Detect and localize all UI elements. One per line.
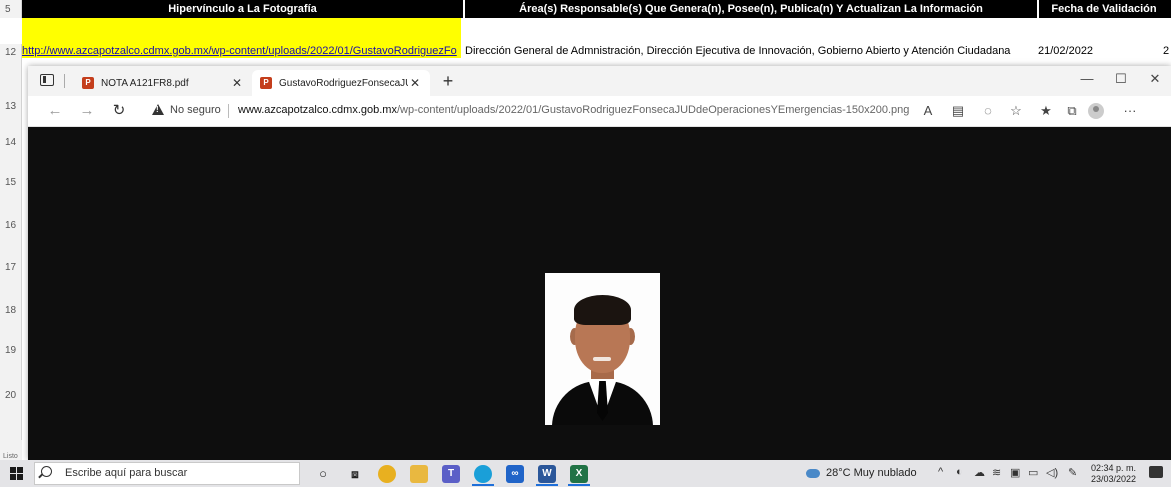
- status-bar-label: Listo: [0, 440, 22, 460]
- immersive-reader-icon[interactable]: ▤: [948, 103, 968, 119]
- chevron-up-icon[interactable]: ^: [938, 466, 943, 478]
- header-responsible-area[interactable]: Área(s) Responsable(s) Que Genera(n), Po…: [465, 0, 1037, 18]
- tab-divider: [64, 74, 65, 88]
- excel-icon[interactable]: X: [570, 465, 588, 483]
- close-window-icon[interactable]: ✕: [1140, 71, 1170, 87]
- favorites-list-icon[interactable]: ★: [1036, 103, 1056, 119]
- portrait-photo: [545, 273, 660, 425]
- back-arrow-icon[interactable]: ←: [44, 102, 66, 120]
- row-number[interactable]: 13: [0, 60, 22, 130]
- clock[interactable]: 02:34 p. m. 23/03/2022: [1091, 463, 1136, 485]
- more-menu-icon[interactable]: ···: [1120, 103, 1140, 118]
- pdf-icon: P: [82, 77, 94, 89]
- row-number[interactable]: 12: [0, 44, 22, 60]
- close-icon[interactable]: ✕: [408, 76, 422, 90]
- refresh-icon[interactable]: ↻: [108, 102, 130, 120]
- truncated-cell[interactable]: 2: [1163, 44, 1169, 58]
- close-icon[interactable]: ✕: [230, 76, 244, 90]
- tray-app-icon[interactable]: ◐: [956, 466, 963, 478]
- row-gutter: [0, 415, 22, 440]
- read-aloud-icon[interactable]: A: [918, 103, 938, 118]
- row-number[interactable]: 14: [0, 130, 22, 155]
- clock-time: 02:34 p. m.: [1091, 463, 1137, 473]
- profile-icon[interactable]: [1088, 103, 1104, 119]
- network-icon[interactable]: ≋: [992, 466, 1001, 479]
- weather-text: 28°C Muy nublado: [826, 467, 917, 479]
- notification-icon[interactable]: [1149, 466, 1163, 478]
- row-number[interactable]: 5: [0, 0, 22, 18]
- row-number[interactable]: 15: [0, 155, 22, 210]
- pdf-icon: P: [260, 77, 272, 89]
- security-tray-icon[interactable]: ▣: [1010, 466, 1020, 479]
- search-placeholder: Escribe aquí para buscar: [65, 467, 188, 479]
- url-input[interactable]: www.azcapotzalco.cdmx.gob.mx/wp-content/…: [238, 104, 909, 116]
- row-number[interactable]: 19: [0, 325, 22, 375]
- row-number[interactable]: 16: [0, 210, 22, 240]
- responsible-area-cell[interactable]: Dirección General de Admnistración, Dire…: [465, 44, 1010, 58]
- hair-shape: [574, 295, 631, 325]
- browser-window: P NOTA A121FR8.pdf ✕ P GustavoRodriguezF…: [28, 66, 1171, 460]
- warning-icon[interactable]: [152, 104, 164, 115]
- tab-nota-pdf[interactable]: P NOTA A121FR8.pdf ✕: [74, 70, 252, 96]
- word-icon[interactable]: W: [538, 465, 556, 483]
- tab-actions-icon[interactable]: [40, 74, 54, 86]
- teams-icon[interactable]: T: [442, 465, 460, 483]
- windows-start-icon[interactable]: [10, 467, 23, 480]
- active-app-indicator: [568, 484, 590, 486]
- active-app-indicator: [536, 484, 558, 486]
- address-bar: ← → ↻ No seguro www.azcapotzalco.cdmx.go…: [28, 96, 1171, 127]
- collections-icon[interactable]: ⧉: [1062, 103, 1082, 119]
- weather-widget[interactable]: 28°C Muy nublado: [806, 467, 917, 479]
- table-row: http://www.azcapotzalco.cdmx.gob.mx/wp-c…: [22, 44, 1169, 58]
- tab-title: NOTA A121FR8.pdf: [101, 77, 189, 89]
- app-icon[interactable]: ∞: [506, 465, 524, 483]
- task-view-icon[interactable]: ⧈: [346, 465, 364, 483]
- maximize-icon[interactable]: ☐: [1106, 71, 1136, 87]
- volume-icon[interactable]: ◁): [1046, 466, 1058, 479]
- new-tab-icon[interactable]: +: [438, 71, 458, 92]
- tab-title: GustavoRodriguezFonsecaJUDde: [279, 77, 408, 89]
- battery-icon[interactable]: ▭: [1028, 466, 1038, 479]
- search-icon: [41, 466, 52, 477]
- clock-date: 23/03/2022: [1091, 474, 1137, 484]
- taskbar-search-input[interactable]: Escribe aquí para buscar: [34, 462, 300, 485]
- forward-arrow-icon[interactable]: →: [76, 102, 98, 120]
- minimize-icon[interactable]: —: [1072, 71, 1102, 86]
- url-divider: [228, 104, 229, 118]
- taskbar: Escribe aquí para buscar ○ ⧈ T ∞ W X 28°…: [0, 460, 1171, 487]
- url-path: /wp-content/uploads/2022/01/GustavoRodri…: [396, 104, 910, 116]
- header-photo-link[interactable]: Hipervínculo a La Fotografía: [22, 0, 463, 18]
- active-app-indicator: [472, 484, 494, 486]
- security-label[interactable]: No seguro: [170, 104, 221, 116]
- chrome-icon[interactable]: [378, 465, 396, 483]
- favorites-star-icon[interactable]: ☆: [1006, 103, 1026, 119]
- validation-date-cell[interactable]: 21/02/2022: [1038, 44, 1093, 58]
- mouth-shape: [593, 357, 611, 361]
- extensions-icon[interactable]: ◌: [978, 103, 998, 118]
- tab-photo-image[interactable]: P GustavoRodriguezFonsecaJUDde ✕: [252, 70, 430, 96]
- photo-hyperlink[interactable]: http://www.azcapotzalco.cdmx.gob.mx/wp-c…: [22, 44, 460, 58]
- cloud-icon: [806, 468, 820, 478]
- url-host: www.azcapotzalco.cdmx.gob.mx: [238, 104, 397, 116]
- header-row: Hipervínculo a La Fotografía Área(s) Res…: [22, 0, 1171, 18]
- file-explorer-icon[interactable]: [410, 465, 428, 483]
- cortana-icon[interactable]: ○: [314, 465, 332, 483]
- edge-icon[interactable]: [474, 465, 492, 483]
- row-number[interactable]: 20: [0, 375, 22, 415]
- pen-icon[interactable]: ✎: [1068, 466, 1077, 479]
- tab-bar: P NOTA A121FR8.pdf ✕ P GustavoRodriguezF…: [28, 66, 1171, 96]
- header-validation-date[interactable]: Fecha de Validación: [1039, 0, 1169, 18]
- row-number[interactable]: 17: [0, 240, 22, 295]
- row-number[interactable]: 18: [0, 295, 22, 325]
- onedrive-icon[interactable]: ☁: [974, 466, 985, 479]
- image-viewport: [28, 127, 1171, 460]
